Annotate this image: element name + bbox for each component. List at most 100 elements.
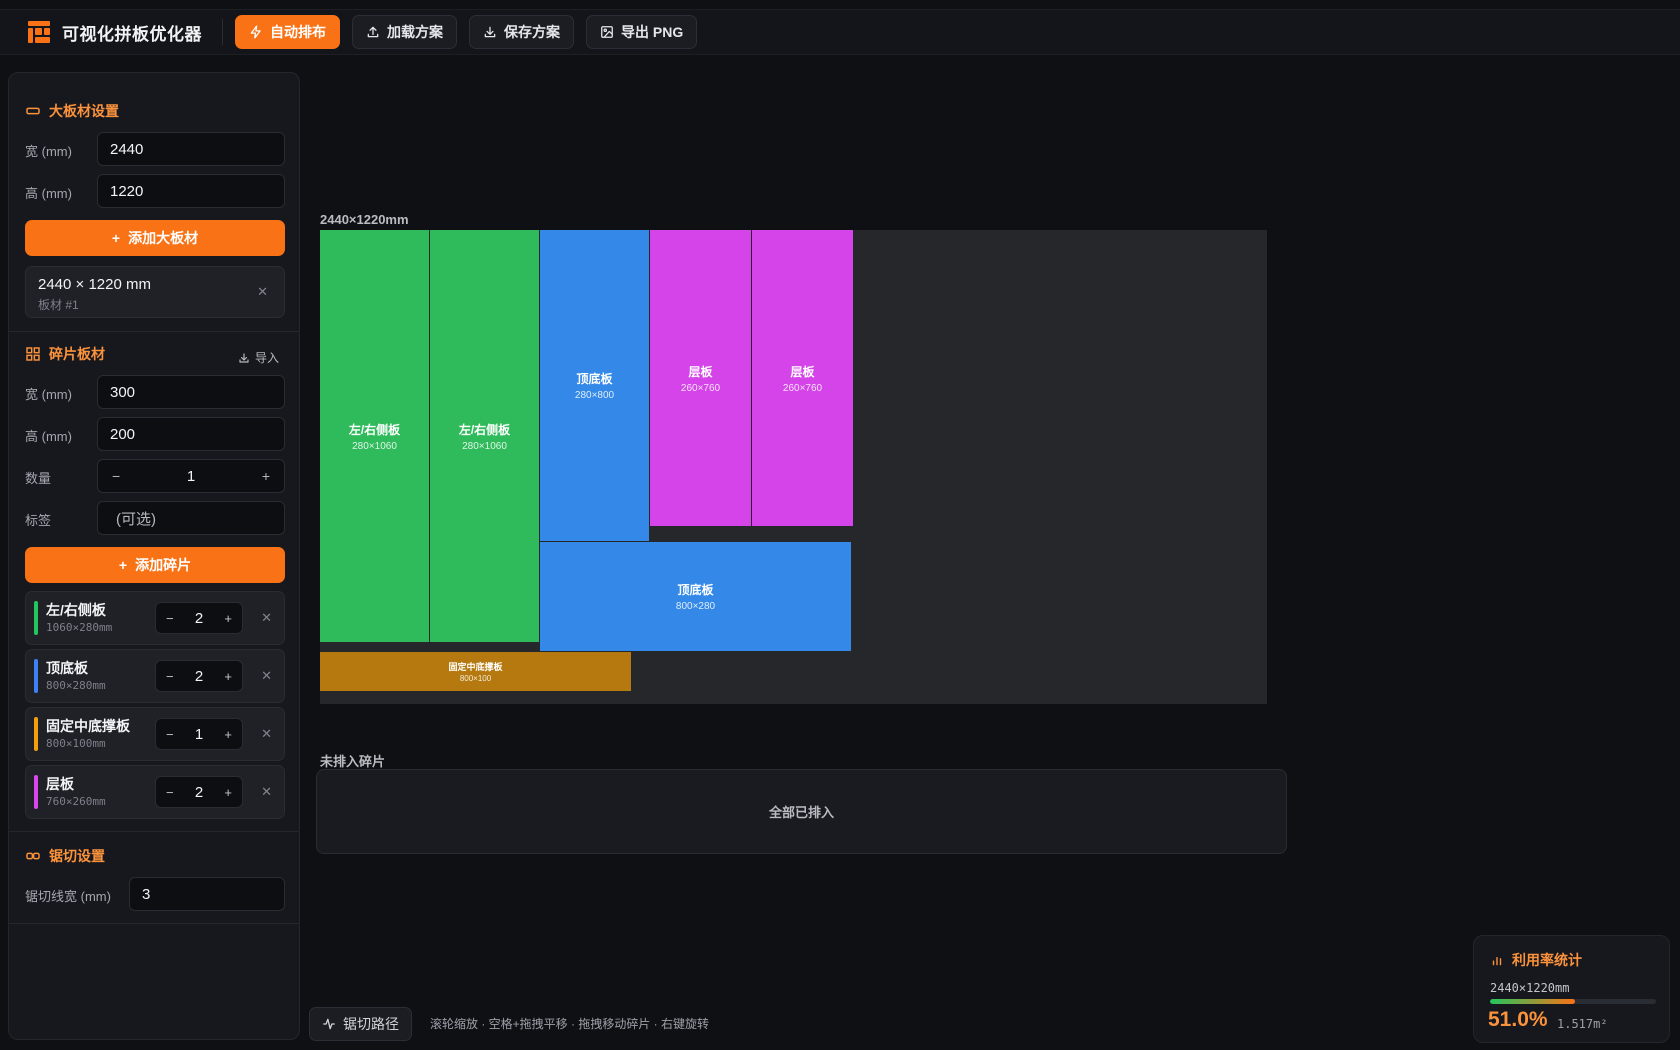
remove-piece-icon[interactable]: ✕ [261, 726, 272, 742]
decrement-button[interactable]: − [166, 611, 174, 626]
piece-name: 顶底板 [46, 660, 88, 676]
piece-list-item[interactable]: 层板 760×260mm − 2 + ✕ [25, 765, 285, 819]
piece-qty-stepper[interactable]: − 2 + [155, 776, 243, 808]
piece-name: 左/右侧板 [458, 422, 511, 437]
canvas-hint: 滚轮缩放 · 空格+拖拽平移 · 拖拽移动碎片 · 右键旋转 [430, 1017, 710, 1031]
plus-icon: + [111, 230, 121, 246]
piece-name: 顶底板 [677, 583, 714, 597]
utilization-sheet: 2440×1220mm [1490, 981, 1570, 995]
utilization-panel: 利用率统计 2440×1220mm 51.0% 1.517m² [1473, 935, 1670, 1043]
board-height-input[interactable]: 1220 [97, 174, 285, 208]
piece-dimensions: 800×100 [459, 674, 492, 683]
save-plan-label: 保存方案 [504, 24, 560, 40]
board-width-input[interactable]: 2440 [97, 132, 285, 166]
grid-icon [26, 347, 40, 361]
import-label: 导入 [254, 351, 279, 365]
placed-piece[interactable]: 左/右侧板 280×1060 [320, 230, 429, 642]
activity-icon [323, 1018, 335, 1030]
increment-button[interactable]: + [224, 669, 232, 684]
section-divider [9, 923, 299, 924]
piece-name: 层板 [46, 776, 74, 792]
piece-qty-stepper[interactable]: − 1 + [97, 459, 285, 493]
piece-qty-stepper[interactable]: − 1 + [155, 718, 243, 750]
piece-list-item[interactable]: 固定中底撑板 800×100mm − 1 + ✕ [25, 707, 285, 761]
utilization-bar [1490, 999, 1656, 1004]
kerf-input[interactable]: 3 [129, 877, 285, 911]
increment-button[interactable]: + [262, 468, 270, 484]
add-board-button[interactable]: + 添加大板材 [25, 220, 285, 256]
decrement-button[interactable]: − [166, 785, 174, 800]
saw-path-label: 锯切路径 [343, 1016, 399, 1032]
load-plan-button[interactable]: 加载方案 [352, 15, 457, 49]
export-png-button[interactable]: 导出 PNG [586, 15, 698, 49]
board-index: 板材 #1 [38, 298, 79, 312]
piece-dimensions: 800×280mm [46, 679, 106, 692]
remove-piece-icon[interactable]: ✕ [261, 610, 272, 626]
piece-dimensions: 260×760 [782, 382, 823, 394]
piece-settings-title: 碎片板材 [49, 346, 105, 362]
piece-qty-value: 1 [186, 467, 196, 485]
saw-path-button[interactable]: 锯切路径 [309, 1007, 412, 1041]
export-png-label: 导出 PNG [621, 24, 684, 40]
remove-piece-icon[interactable]: ✕ [261, 784, 272, 800]
piece-width-input[interactable]: 300 [97, 375, 285, 409]
save-plan-button[interactable]: 保存方案 [469, 15, 574, 49]
piece-qty-value: 2 [194, 609, 204, 627]
saw-settings-header: 锯切设置 [25, 846, 105, 866]
utilization-title: 利用率统计 [1512, 952, 1582, 968]
remove-piece-icon[interactable]: ✕ [261, 668, 272, 684]
piece-qty-label: 数量 [25, 471, 52, 486]
sheet-canvas[interactable]: 左/右侧板 280×1060 左/右侧板 280×1060 顶底板 280×80… [320, 230, 1267, 704]
remove-board-icon[interactable]: ✕ [257, 284, 268, 300]
piece-height-label: 高 (mm) [25, 429, 72, 444]
piece-color-bar [34, 775, 38, 809]
piece-name: 层板 [790, 364, 815, 379]
lightning-icon [250, 25, 261, 39]
piece-settings-header: 碎片板材 [25, 344, 105, 364]
load-plan-label: 加载方案 [387, 24, 443, 40]
piece-dimensions: 800×280 [675, 601, 716, 612]
board-list-item[interactable]: 2440 × 1220 mm 板材 #1 ✕ [25, 266, 285, 318]
piece-name: 固定中底撑板 [46, 718, 130, 734]
piece-qty-stepper[interactable]: − 2 + [155, 602, 243, 634]
board-settings-header: 大板材设置 [25, 101, 119, 121]
import-icon [239, 352, 249, 363]
decrement-button[interactable]: − [166, 727, 174, 742]
piece-list-item[interactable]: 左/右侧板 1060×280mm − 2 + ✕ [25, 591, 285, 645]
brand: 可视化拼板优化器 [28, 20, 202, 45]
piece-name: 层板 [688, 364, 713, 379]
piece-dimensions: 260×760 [680, 382, 721, 394]
placed-piece[interactable]: 固定中底撑板 800×100 [320, 652, 631, 691]
piece-height-input[interactable]: 200 [97, 417, 285, 451]
decrement-button[interactable]: − [166, 669, 174, 684]
increment-button[interactable]: + [224, 727, 232, 742]
import-button[interactable]: 导入 [238, 349, 279, 366]
auto-layout-button[interactable]: 自动排布 [235, 15, 340, 49]
increment-button[interactable]: + [224, 611, 232, 626]
placed-piece[interactable]: 层板 260×760 [650, 230, 751, 526]
image-icon [601, 26, 613, 38]
placed-piece[interactable]: 左/右侧板 280×1060 [430, 230, 539, 642]
piece-dimensions: 1060×280mm [46, 621, 113, 634]
kerf-label: 锯切线宽 (mm) [25, 889, 111, 904]
increment-button[interactable]: + [224, 785, 232, 800]
add-piece-button[interactable]: + 添加碎片 [25, 547, 285, 583]
unplaced-area: 全部已排入 [316, 769, 1287, 854]
piece-qty-stepper[interactable]: − 2 + [155, 660, 243, 692]
placed-piece[interactable]: 顶底板 800×280 [540, 542, 851, 651]
piece-color-bar [34, 601, 38, 635]
placed-piece[interactable]: 层板 260×760 [752, 230, 853, 526]
board-size: 2440 × 1220 mm [38, 276, 151, 293]
piece-qty-value: 2 [194, 783, 204, 801]
placed-piece[interactable]: 顶底板 280×800 [540, 230, 649, 541]
toolbar-divider [222, 19, 223, 45]
piece-dimensions: 280×800 [574, 390, 615, 401]
piece-color-bar [34, 717, 38, 751]
piece-tag-input[interactable]: (可选) [97, 501, 285, 535]
add-board-label: 添加大板材 [128, 230, 199, 246]
decrement-button[interactable]: − [112, 468, 120, 484]
board-width-label: 宽 (mm) [25, 144, 72, 159]
saw-icon [26, 852, 40, 860]
piece-list-item[interactable]: 顶底板 800×280mm − 2 + ✕ [25, 649, 285, 703]
utilization-bar-fill [1490, 999, 1575, 1004]
